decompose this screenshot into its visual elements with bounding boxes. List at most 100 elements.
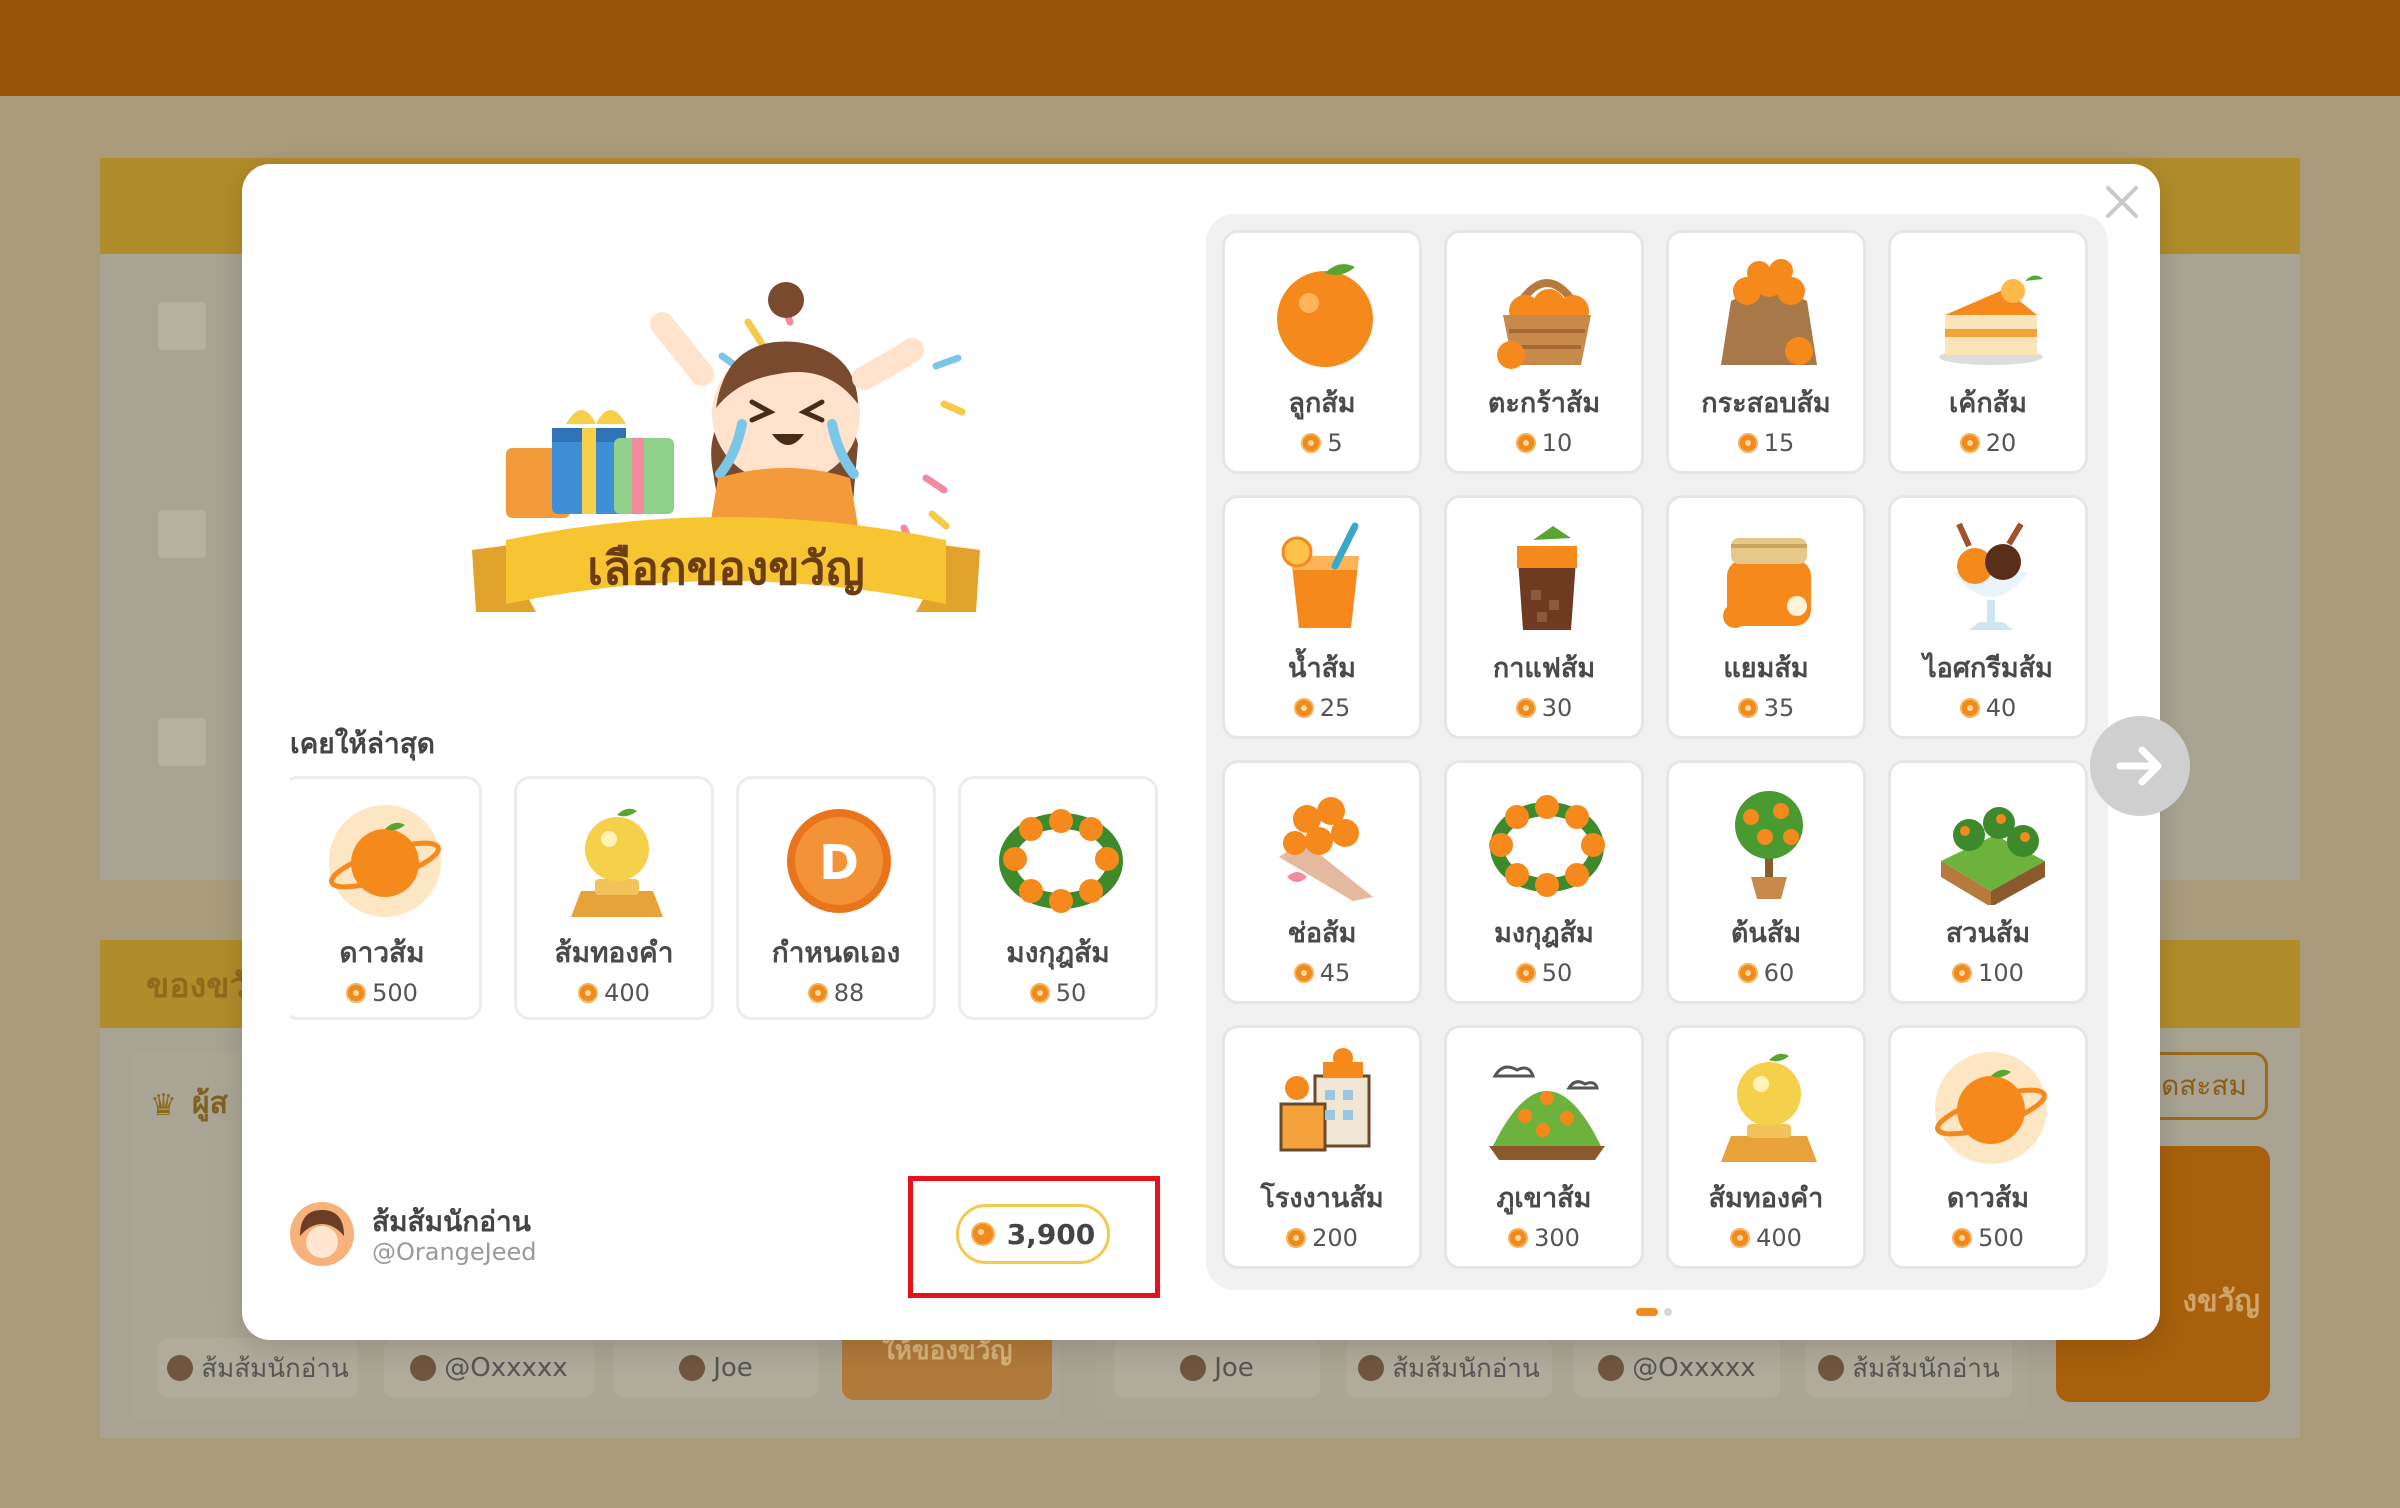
gift-card[interactable]: ต้นส้ม 60 bbox=[1666, 760, 1866, 1004]
gift-name: ดาวส้ม bbox=[1946, 1183, 2030, 1214]
gift-price: 25 bbox=[1225, 694, 1419, 722]
gift-name: กำหนดเอง bbox=[771, 936, 901, 969]
pagination-dot[interactable] bbox=[1664, 1308, 1672, 1316]
button-label: งขวัญ bbox=[2182, 1284, 2260, 1319]
balance-value: 3,900 bbox=[1006, 1217, 1096, 1251]
gift-card[interactable]: กาแฟส้ม 30 bbox=[1444, 495, 1644, 739]
gift-card[interactable]: ตะกร้าส้ม 10 bbox=[1444, 230, 1644, 474]
next-page-button[interactable] bbox=[2090, 716, 2190, 816]
gift-card[interactable]: ช่อส้ม 45 bbox=[1222, 760, 1422, 1004]
gift-card[interactable]: ภูเขาส้ม 300 bbox=[1444, 1025, 1644, 1269]
gift-name: เค้กส้ม bbox=[1949, 388, 2027, 419]
recent-gift-card[interactable]: มงกุฎส้ม 50 bbox=[958, 776, 1158, 1020]
coin-icon bbox=[1737, 698, 1758, 718]
price-value: 30 bbox=[1541, 694, 1573, 722]
gift-name: มงกุฎส้ม bbox=[1006, 936, 1110, 969]
gift-price: 200 bbox=[1225, 1224, 1419, 1252]
close-icon[interactable] bbox=[2100, 180, 2144, 224]
recent-gift-card[interactable]: ดาวส้ม 500 bbox=[290, 776, 482, 1020]
gift-name: ช่อส้ม bbox=[1287, 918, 1357, 949]
price-value: 400 bbox=[604, 979, 650, 1007]
pagination-dot-active[interactable] bbox=[1636, 1308, 1658, 1316]
gift-card[interactable]: ส้มทองคำ 400 bbox=[1666, 1025, 1866, 1269]
coin-icon bbox=[1508, 1228, 1529, 1248]
gift-card[interactable]: ดาวส้ม 500 bbox=[1888, 1025, 2088, 1269]
gift-card[interactable]: สวนส้ม 100 bbox=[1888, 760, 2088, 1004]
gift-price: 30 bbox=[1447, 694, 1641, 722]
price-value: 35 bbox=[1763, 694, 1795, 722]
price-value: 5 bbox=[1327, 429, 1343, 457]
gift-price: 15 bbox=[1669, 429, 1863, 457]
gift-name: ตะกร้าส้ม bbox=[1487, 388, 1601, 419]
coin-icon bbox=[1293, 963, 1314, 983]
golden-orange-trophy-icon bbox=[571, 808, 663, 917]
coin-icon bbox=[807, 983, 828, 1003]
coin-icon bbox=[1952, 963, 1973, 983]
background-checkbox bbox=[158, 718, 206, 766]
price-value: 60 bbox=[1763, 959, 1795, 987]
coin-icon bbox=[1737, 433, 1758, 453]
gift-name: กาแฟส้ม bbox=[1492, 653, 1596, 684]
top-navigation-bar bbox=[0, 0, 2400, 96]
chip-label: ส้มส้มนักอ่าน bbox=[1392, 1353, 1540, 1384]
gift-price: 10 bbox=[1447, 429, 1641, 457]
coin-icon bbox=[1293, 698, 1314, 718]
orange-factory-icon bbox=[1279, 1048, 1371, 1152]
gift-name: สวนส้ม bbox=[1945, 918, 2031, 949]
chip-label: Joe bbox=[1214, 1353, 1254, 1383]
gift-name: กระสอบส้ม bbox=[1701, 388, 1831, 419]
price-value: 88 bbox=[833, 979, 865, 1007]
orange-planet-icon bbox=[1935, 1052, 2047, 1164]
gift-price: 400 bbox=[1669, 1224, 1863, 1252]
arrow-right-icon bbox=[2116, 746, 2162, 786]
background-user-chip: Joe bbox=[614, 1338, 818, 1398]
gift-name: แยมส้ม bbox=[1723, 653, 1809, 684]
gift-name: น้ำส้ม bbox=[1288, 653, 1356, 684]
avatar bbox=[1358, 1355, 1385, 1381]
gift-card[interactable]: เค้กส้ม 20 bbox=[1888, 230, 2088, 474]
gift-card[interactable]: โรงงานส้ม 200 bbox=[1222, 1025, 1422, 1269]
gift-price: 500 bbox=[1891, 1224, 2085, 1252]
coin-icon bbox=[1959, 433, 1980, 453]
background-leader-title: ผู้ส bbox=[192, 1086, 228, 1121]
coin-icon bbox=[1029, 983, 1050, 1003]
gift-card[interactable]: น้ำส้ม 25 bbox=[1222, 495, 1422, 739]
coin-icon bbox=[970, 1222, 995, 1246]
orange-juice-icon bbox=[1281, 522, 1359, 628]
price-value: 10 bbox=[1541, 429, 1573, 457]
custom-coin-icon: D bbox=[787, 809, 891, 913]
gift-price: 100 bbox=[1891, 959, 2085, 987]
orange-planet-icon bbox=[329, 805, 441, 917]
gift-card[interactable]: กระสอบส้ม 15 bbox=[1666, 230, 1866, 474]
coin-icon bbox=[346, 983, 367, 1003]
gift-price: 40 bbox=[1891, 694, 2085, 722]
gift-card[interactable]: ลูกส้ม 5 bbox=[1222, 230, 1422, 474]
gift-price: 45 bbox=[1225, 959, 1419, 987]
coin-icon bbox=[578, 983, 599, 1003]
gift-card[interactable]: ไอศกรีมส้ม 40 bbox=[1888, 495, 2088, 739]
gift-price: 300 bbox=[1447, 1224, 1641, 1252]
price-value: 300 bbox=[1534, 1224, 1580, 1252]
orange-tree-icon bbox=[1735, 791, 1803, 899]
price-value: 20 bbox=[1985, 429, 2017, 457]
recent-gift-card[interactable]: ส้มทองคำ 400 bbox=[514, 776, 714, 1020]
user-handle: @OrangeJeed bbox=[372, 1238, 537, 1266]
gift-name: ภูเขาส้ม bbox=[1496, 1183, 1592, 1214]
crown-icon: ♛ bbox=[150, 1088, 177, 1123]
background-user-chip: Joe bbox=[1114, 1338, 1320, 1398]
gift-price: 35 bbox=[1669, 694, 1863, 722]
orange-coffee-icon bbox=[1517, 526, 1577, 630]
gift-name: ส้มทองคำ bbox=[1708, 1183, 1824, 1214]
recent-gifts-row: ดาวส้ม 500 ส้มทองคำ 400 D กำหนดเอง 88 มง… bbox=[290, 774, 1166, 1024]
orange-basket-icon bbox=[1497, 279, 1591, 369]
recent-gift-card[interactable]: D กำหนดเอง 88 bbox=[736, 776, 936, 1020]
gift-card[interactable]: มงกุฎส้ม 50 bbox=[1444, 760, 1644, 1004]
background-user-chip: ส้มส้มนักอ่าน bbox=[158, 1338, 358, 1398]
price-value: 15 bbox=[1763, 429, 1795, 457]
gift-name: ส้มทองคำ bbox=[554, 936, 674, 969]
golden-orange-trophy-icon bbox=[1721, 1053, 1817, 1162]
gift-name: ลูกส้ม bbox=[1288, 388, 1356, 419]
chip-label: Joe bbox=[713, 1353, 753, 1383]
gift-card[interactable]: แยมส้ม 35 bbox=[1666, 495, 1866, 739]
gift-price: 500 bbox=[290, 979, 479, 1007]
